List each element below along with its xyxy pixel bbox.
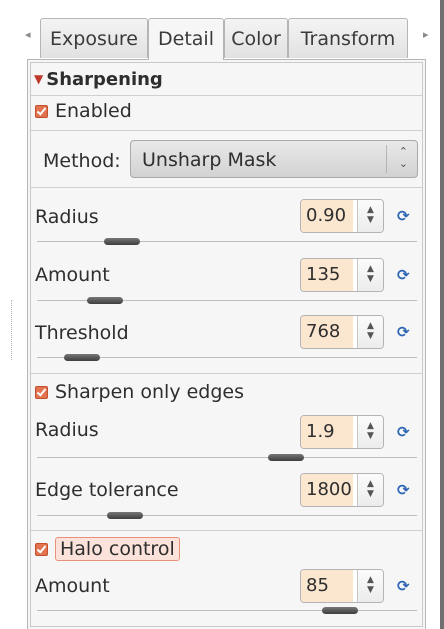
enabled-checkbox[interactable]: Enabled [35, 100, 132, 122]
edge-tolerance-value[interactable]: 1800 [301, 474, 353, 506]
window-border [440, 0, 444, 629]
triangle-down-icon[interactable]: ▼ [34, 72, 43, 86]
amount-spinbox[interactable]: 135 ▲ ▼ [300, 258, 384, 292]
divider [31, 530, 422, 531]
sharpening-title: Sharpening [46, 69, 163, 90]
radius-spinbox[interactable]: 0.90 ▲ ▼ [300, 199, 384, 233]
refresh-icon[interactable]: ⟳ [397, 578, 413, 594]
radius-slider-handle[interactable] [104, 238, 140, 245]
radius-value[interactable]: 0.90 [301, 200, 353, 232]
threshold-value[interactable]: 768 [301, 316, 353, 348]
threshold-slider-handle[interactable] [63, 354, 100, 361]
divider [31, 373, 422, 374]
method-label: Method: [43, 150, 121, 172]
combo-separator [386, 145, 387, 173]
spin-up-down-icon[interactable]: ▲ ▼ [357, 200, 383, 232]
tab-color[interactable]: Color [224, 18, 288, 58]
enabled-label: Enabled [55, 100, 132, 122]
sharpening-header[interactable]: ▼ Sharpening [34, 69, 163, 90]
checkbox-checked-icon[interactable] [35, 386, 48, 399]
spin-up-down-icon[interactable]: ▲ ▼ [357, 474, 383, 506]
spin-up-down-icon[interactable]: ▲ ▼ [357, 416, 383, 448]
amount-slider-handle[interactable] [87, 297, 124, 304]
refresh-icon[interactable]: ⟳ [397, 482, 413, 498]
edge-radius-spinbox[interactable]: 1.9 ▲ ▼ [300, 415, 384, 449]
divider [31, 187, 422, 188]
checkbox-checked-icon[interactable] [35, 542, 48, 556]
spin-up-down-icon[interactable]: ▲ ▼ [357, 570, 383, 602]
tab-exposure[interactable]: Exposure [40, 18, 148, 58]
halo-amount-label: Amount [35, 575, 110, 597]
spin-up-down-icon[interactable]: ▲ ▼ [357, 316, 383, 348]
sharpen-edges-checkbox[interactable]: Sharpen only edges [35, 381, 244, 403]
radius-label: Radius [35, 206, 99, 228]
halo-amount-spinbox[interactable]: 85 ▲ ▼ [300, 569, 384, 603]
divider [31, 95, 422, 96]
refresh-icon[interactable]: ⟳ [397, 267, 413, 283]
sharpen-edges-label: Sharpen only edges [55, 381, 245, 403]
radius-slider-track[interactable] [37, 241, 417, 242]
method-combobox[interactable]: Unsharp Mask ⌃ ⌄ [130, 140, 418, 178]
edge-tolerance-slider-track[interactable] [37, 515, 417, 516]
edge-radius-slider-track[interactable] [37, 457, 417, 458]
combo-updown-icon: ⌃ ⌄ [398, 145, 408, 170]
refresh-icon[interactable]: ⟳ [397, 424, 413, 440]
tab-bar: Exposure Detail Color Transform [27, 18, 426, 60]
amount-value[interactable]: 135 [301, 259, 353, 291]
panel-resize-grip[interactable] [11, 300, 13, 360]
divider [31, 130, 422, 131]
method-value: Unsharp Mask [142, 149, 277, 171]
edge-radius-slider-handle[interactable] [268, 454, 305, 461]
amount-label: Amount [35, 264, 110, 286]
spin-up-down-icon[interactable]: ▲ ▼ [357, 259, 383, 291]
tab-transform[interactable]: Transform [288, 18, 408, 58]
halo-control-checkbox[interactable]: Halo control [35, 537, 180, 561]
sharpening-frame: ▼ Sharpening Enabled Method: Unsharp Mask… [30, 62, 423, 627]
threshold-spinbox[interactable]: 768 ▲ ▼ [300, 315, 384, 349]
edge-tolerance-label: Edge tolerance [35, 479, 179, 501]
detail-panel: ▼ Sharpening Enabled Method: Unsharp Mask… [27, 59, 426, 629]
threshold-label: Threshold [35, 322, 129, 344]
halo-amount-slider-track[interactable] [37, 610, 417, 611]
tab-detail[interactable]: Detail [148, 18, 224, 60]
halo-amount-value[interactable]: 85 [301, 570, 353, 602]
edge-tolerance-slider-handle[interactable] [107, 512, 144, 519]
halo-amount-slider-handle[interactable] [321, 607, 358, 614]
edge-radius-value[interactable]: 1.9 [301, 416, 353, 448]
refresh-icon[interactable]: ⟳ [397, 208, 413, 224]
edge-tolerance-spinbox[interactable]: 1800 ▲ ▼ [300, 473, 384, 507]
edge-radius-label: Radius [35, 419, 99, 441]
refresh-icon[interactable]: ⟳ [397, 324, 413, 340]
checkbox-checked-icon[interactable] [35, 105, 48, 118]
halo-control-label: Halo control [55, 537, 180, 561]
